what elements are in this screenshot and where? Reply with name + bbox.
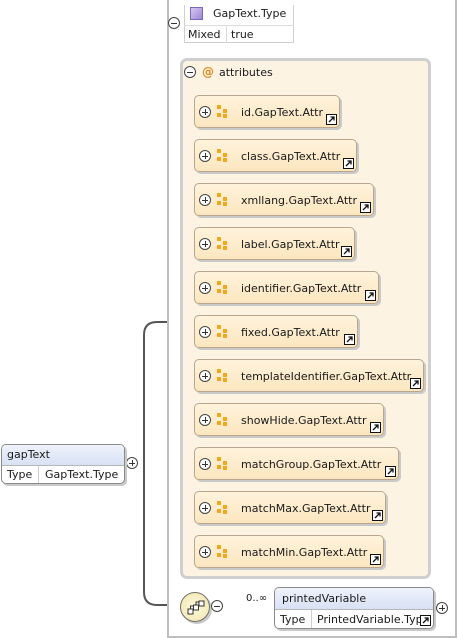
attribute-expand-icon[interactable]: [199, 502, 211, 514]
go-to-definition-icon[interactable]: [365, 290, 376, 301]
type-name: GapText.Type: [213, 7, 287, 20]
attribute-group-icon: [217, 545, 228, 558]
at-icon: @: [202, 65, 214, 79]
attribute-row[interactable]: templateIdentifier.GapText.Attr: [194, 359, 424, 392]
gaptext-element[interactable]: gapText Type GapText.Type: [1, 444, 125, 484]
attribute-expand-icon[interactable]: [199, 194, 211, 206]
attribute-row[interactable]: matchMax.GapText.Attr: [194, 491, 386, 524]
attribute-label: templateIdentifier.GapText.Attr: [241, 370, 412, 383]
mixed-property-key: Mixed: [188, 28, 221, 41]
mixed-property-value: true: [231, 28, 254, 41]
printedvariable-divider: [275, 609, 433, 610]
attribute-group-icon: [217, 105, 228, 118]
attribute-group-icon: [217, 149, 228, 162]
attribute-expand-icon[interactable]: [199, 150, 211, 162]
gaptext-type-value: GapText.Type: [45, 468, 119, 481]
attribute-label: label.GapText.Attr: [241, 238, 340, 251]
attribute-row[interactable]: matchMin.GapText.Attr: [194, 535, 384, 568]
attribute-row[interactable]: label.GapText.Attr: [194, 227, 355, 260]
printedvariable-type-value: PrintedVariable.Type: [317, 613, 430, 626]
go-to-definition-icon[interactable]: [370, 422, 381, 433]
attribute-row[interactable]: matchGroup.GapText.Attr: [194, 447, 399, 480]
type-column-divider: [226, 26, 227, 43]
printedvariable-column-divider: [311, 610, 312, 628]
attribute-row[interactable]: id.GapText.Attr: [194, 95, 340, 128]
go-to-definition-icon[interactable]: [410, 378, 421, 389]
attribute-label: identifier.GapText.Attr: [241, 282, 362, 295]
go-to-definition-icon[interactable]: [326, 114, 337, 125]
gaptext-type-key: Type: [7, 468, 33, 481]
printedvariable-name: printedVariable: [282, 592, 367, 605]
attribute-row[interactable]: class.GapText.Attr: [194, 139, 357, 172]
attribute-label: matchMax.GapText.Attr: [241, 502, 371, 515]
type-collapse-icon[interactable]: [168, 17, 180, 29]
attribute-expand-icon[interactable]: [199, 282, 211, 294]
attribute-group-icon: [217, 281, 228, 294]
attribute-group-icon: [217, 325, 228, 338]
attribute-expand-icon[interactable]: [199, 370, 211, 382]
attribute-group-icon: [217, 193, 228, 206]
attribute-group-icon: [217, 501, 228, 514]
go-to-definition-icon[interactable]: [360, 202, 371, 213]
go-to-definition-icon[interactable]: [343, 158, 354, 169]
attribute-expand-icon[interactable]: [199, 414, 211, 426]
attribute-label: class.GapText.Attr: [241, 150, 341, 163]
attribute-group-icon: [217, 369, 228, 382]
attribute-group-icon: [217, 237, 228, 250]
gaptext-expand-icon[interactable]: [126, 457, 138, 469]
attribute-expand-icon[interactable]: [199, 106, 211, 118]
go-to-definition-icon[interactable]: [341, 246, 352, 257]
printedvariable-expand-icon[interactable]: [436, 602, 448, 614]
gaptext-divider: [2, 465, 124, 466]
go-to-definition-icon[interactable]: [372, 510, 383, 521]
type-row-divider: [184, 25, 294, 26]
printedvariable-type-key: Type: [280, 613, 306, 626]
attribute-expand-icon[interactable]: [199, 326, 211, 338]
attribute-row[interactable]: fixed.GapText.Attr: [194, 315, 358, 348]
attribute-expand-icon[interactable]: [199, 546, 211, 558]
go-to-definition-icon[interactable]: [370, 554, 381, 565]
attribute-label: fixed.GapText.Attr: [241, 326, 340, 339]
attribute-row[interactable]: xmllang.GapText.Attr: [194, 183, 374, 216]
attributes-label: attributes: [219, 66, 273, 79]
attribute-label: matchMin.GapText.Attr: [241, 546, 368, 559]
attribute-expand-icon[interactable]: [199, 238, 211, 250]
complex-type-icon: [190, 7, 203, 20]
attribute-expand-icon[interactable]: [199, 458, 211, 470]
sequence-compositor-icon[interactable]: [180, 592, 210, 622]
attribute-row[interactable]: showHide.GapText.Attr: [194, 403, 384, 436]
attribute-row[interactable]: identifier.GapText.Attr: [194, 271, 379, 304]
attribute-label: xmllang.GapText.Attr: [241, 194, 357, 207]
go-to-definition-icon[interactable]: [385, 466, 396, 477]
attribute-label: matchGroup.GapText.Attr: [241, 458, 382, 471]
attribute-label: showHide.GapText.Attr: [241, 414, 367, 427]
gaptext-column-divider: [38, 466, 39, 483]
occurrence-label: 0..∞: [246, 593, 268, 604]
attribute-group-icon: [217, 413, 228, 426]
go-to-definition-icon[interactable]: [344, 334, 355, 345]
sequence-collapse-icon[interactable]: [211, 600, 223, 612]
gaptext-name: gapText: [7, 448, 50, 461]
attributes-collapse-icon[interactable]: [184, 66, 196, 78]
attribute-label: id.GapText.Attr: [241, 106, 324, 119]
go-to-definition-icon[interactable]: [420, 615, 431, 626]
printedvariable-element[interactable]: printedVariable Type PrintedVariable.Typ…: [274, 587, 434, 629]
attribute-group-icon: [217, 457, 228, 470]
